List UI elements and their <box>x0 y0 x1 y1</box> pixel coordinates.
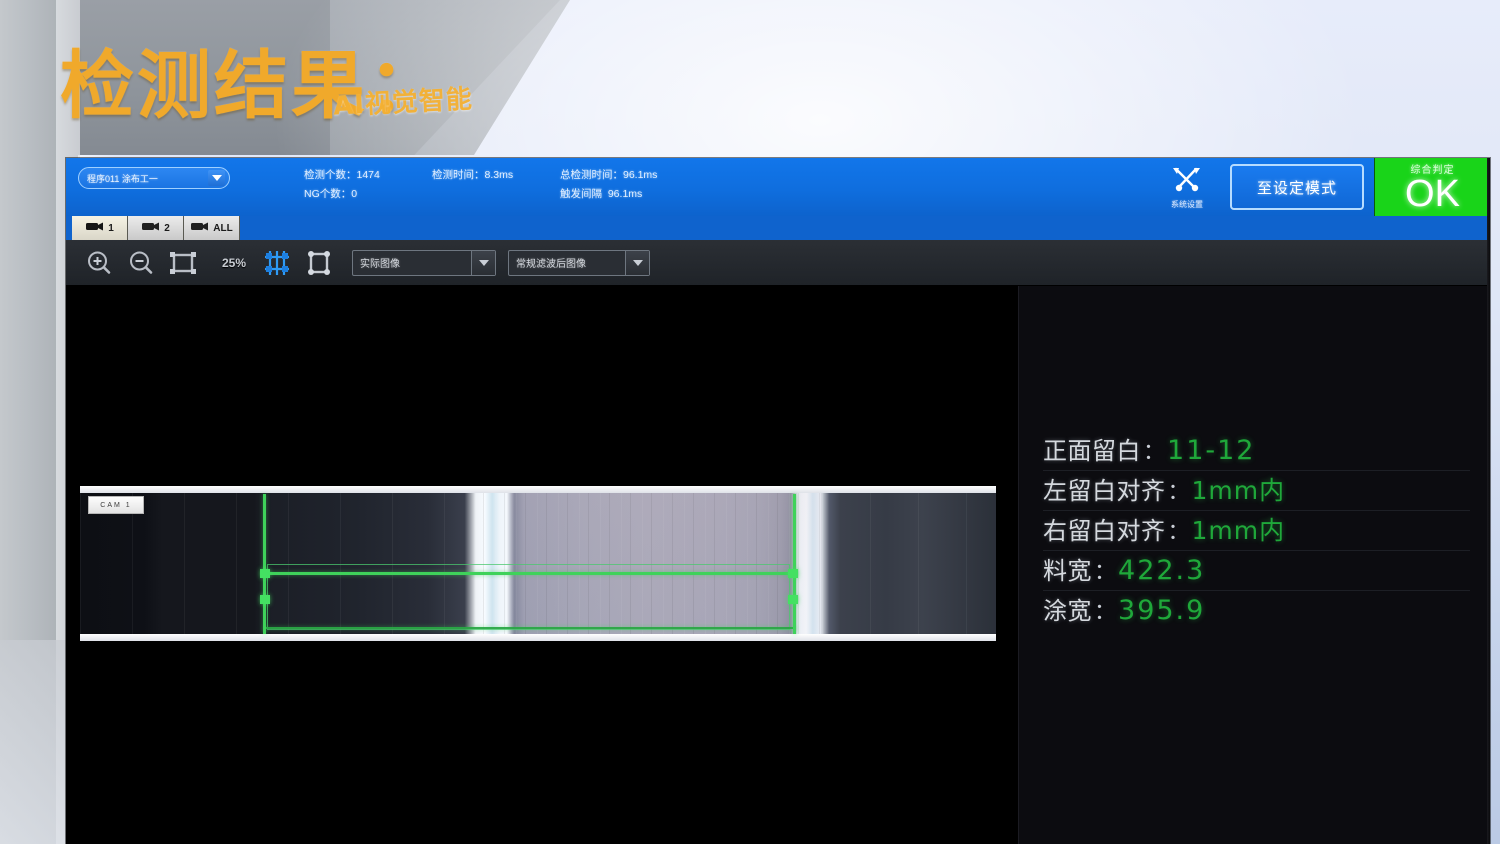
camera-icon <box>85 219 105 237</box>
measure-line-upper <box>263 572 796 575</box>
strip-texture-right <box>821 493 996 634</box>
overlay-watermark: AI视觉智能 <box>332 84 474 122</box>
ng-label: NG个数： <box>304 188 352 200</box>
result-label: 料宽 <box>1043 557 1092 585</box>
camera-icon <box>190 219 210 237</box>
chevron-down-icon[interactable] <box>625 250 650 275</box>
image-toolbar: 25% 实际图像 常规滤波后图像 <box>66 240 1490 286</box>
measure-line-right-vertical <box>793 494 796 634</box>
program-preset-select[interactable]: 程序011 涂布工一 <box>78 167 230 189</box>
app-header: 程序011 涂布工一 检测个数：1474 检测时间：8.3ms 总检测时间：96… <box>66 158 1490 216</box>
results-panel: 正面留白 ： 11-12 左留白对齐 ： 1mm内 右留白对齐 ： 1mm内 料… <box>1018 286 1490 844</box>
result-label: 涂宽 <box>1043 597 1092 625</box>
total-time-value: 96.1ms <box>623 169 658 181</box>
results-list: 正面留白 ： 11-12 左留白对齐 ： 1mm内 右留白对齐 ： 1mm内 料… <box>1043 431 1470 631</box>
app-body: CAM 1 正面留白 ： 11-12 左留白对齐 ： 1mm内 右留白对齐 ： … <box>66 286 1490 844</box>
result-value: 422.3 <box>1118 555 1206 586</box>
time-value: 8.3ms <box>484 169 514 181</box>
inspection-app-window: 程序011 涂布工一 检测个数：1474 检测时间：8.3ms 总检测时间：96… <box>66 158 1490 844</box>
to-setup-mode-button[interactable]: 至设定模式 <box>1230 164 1364 210</box>
trigger-value: 96.1ms <box>607 188 643 200</box>
count-value: 1474 <box>356 169 380 181</box>
fit-to-window-icon[interactable] <box>162 246 204 280</box>
inspection-stats: 检测个数：1474 检测时间：8.3ms 总检测时间：96.1ms NG个数：0 <box>304 166 760 204</box>
result-colon: ： <box>1167 519 1190 544</box>
camera-tab-2[interactable]: 2 <box>128 216 184 240</box>
trigger-label: 触发间隔 <box>560 188 602 200</box>
result-value: 395.9 <box>1118 595 1206 626</box>
filter-mode-select[interactable]: 常规滤波后图像 <box>508 249 651 276</box>
result-colon: ： <box>1167 479 1190 504</box>
result-value: 1mm内 <box>1191 476 1286 505</box>
camera-tab-1[interactable]: 1 <box>72 216 128 240</box>
system-settings-label: 系统设置 <box>1171 199 1203 209</box>
result-label: 正面留白 <box>1043 437 1141 465</box>
window-right-edge <box>1487 158 1490 844</box>
verdict-value: OK <box>1405 172 1460 215</box>
result-row-right-align: 右留白对齐 ： 1mm内 <box>1043 511 1470 551</box>
ng-value: 0 <box>351 188 358 200</box>
select-frame-icon[interactable] <box>298 246 340 280</box>
result-label: 左留白对齐 <box>1043 477 1166 505</box>
chevron-down-icon[interactable] <box>208 170 225 186</box>
result-value: 1mm内 <box>1191 516 1286 545</box>
tools-icon <box>1170 165 1204 198</box>
measure-grid-icon[interactable] <box>256 246 298 280</box>
result-colon: ： <box>1094 599 1117 624</box>
result-label: 右留白对齐 <box>1043 517 1166 545</box>
screenshot-stage: 检测结果： AI视觉智能 程序011 涂布工一 检测个数：1474 检测时间：8… <box>0 0 1500 844</box>
camera-tab-1-label: 1 <box>108 222 114 234</box>
camera-icon <box>141 219 161 237</box>
measure-line-lower <box>263 627 796 629</box>
measure-line-left-vertical <box>263 494 266 634</box>
chevron-down-icon[interactable] <box>471 250 496 275</box>
result-value: 11-12 <box>1167 435 1256 466</box>
material-strip-image: CAM 1 <box>80 486 996 641</box>
program-preset-value: 程序011 涂布工一 <box>87 173 158 184</box>
header-right-group: 系统设置 至设定模式 综合判定 OK <box>1144 158 1490 216</box>
measure-tick-left-lower <box>260 595 270 604</box>
time-label: 检测时间： <box>432 169 485 181</box>
strip-bottom-edge <box>80 634 996 641</box>
overall-verdict-panel: 综合判定 OK <box>1374 158 1490 216</box>
measure-tick-right-lower <box>788 595 798 604</box>
stats-row-2: NG个数：0 触发间隔 96.1ms <box>304 185 760 204</box>
display-mode-value: 实际图像 <box>360 259 401 270</box>
count-label: 检测个数： <box>304 169 357 181</box>
result-colon: ： <box>1094 559 1117 584</box>
measure-tick-left-upper <box>260 569 270 578</box>
display-mode-select[interactable]: 实际图像 <box>352 249 497 276</box>
result-row-coating-width: 涂宽 ： 395.9 <box>1043 591 1470 631</box>
zoom-out-icon[interactable] <box>120 246 162 280</box>
image-viewport[interactable]: CAM 1 <box>66 286 1018 844</box>
measure-tick-right-upper <box>788 569 798 578</box>
camera-tab-all-label: ALL <box>213 222 233 234</box>
camera-tab-all[interactable]: ALL <box>184 216 240 240</box>
zoom-in-icon[interactable] <box>78 246 120 280</box>
result-row-material-width: 料宽 ： 422.3 <box>1043 551 1470 591</box>
result-row-front-margin: 正面留白 ： 11-12 <box>1043 431 1470 471</box>
camera-tab-2-label: 2 <box>164 222 170 234</box>
result-colon: ： <box>1143 439 1166 464</box>
filter-mode-value: 常规滤波后图像 <box>516 259 587 270</box>
header-left-group: 程序011 涂布工一 检测个数：1474 检测时间：8.3ms 总检测时间：96… <box>66 158 766 216</box>
result-row-left-align: 左留白对齐 ： 1mm内 <box>1043 471 1470 511</box>
camera-tab-strip: 1 2 ALL <box>66 216 1490 240</box>
stats-row-1: 检测个数：1474 检测时间：8.3ms 总检测时间：96.1ms <box>304 166 760 185</box>
total-time-label: 总检测时间： <box>560 169 623 181</box>
zoom-level-value: 25% <box>222 255 247 270</box>
image-tag-label: CAM 1 <box>88 496 144 514</box>
system-settings-button[interactable]: 系统设置 <box>1144 158 1230 216</box>
strip-top-edge <box>80 486 996 493</box>
